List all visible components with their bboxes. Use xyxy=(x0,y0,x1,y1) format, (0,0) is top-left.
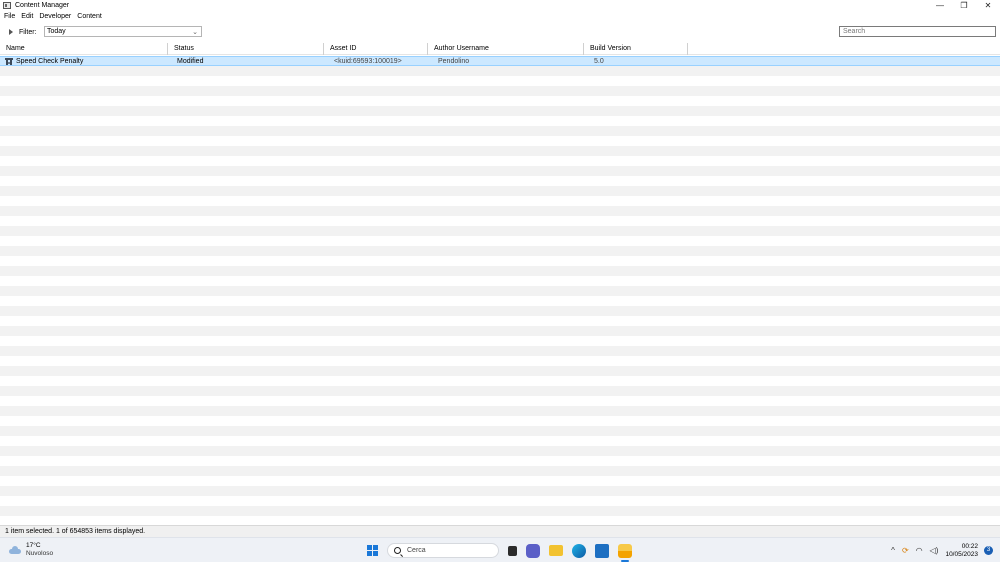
menu-content[interactable]: Content xyxy=(75,13,104,20)
weather-app-icon[interactable] xyxy=(618,543,632,562)
filter-label: Filter: xyxy=(19,28,37,36)
windows-start-icon[interactable] xyxy=(367,544,379,557)
weather-widget[interactable]: 17°C Nuvoloso xyxy=(8,542,53,558)
clock[interactable]: 00:22 10/05/2023 xyxy=(945,543,978,559)
filter-value: Today xyxy=(47,28,66,35)
chevron-up-icon[interactable]: ^ xyxy=(891,546,895,555)
minimize-button[interactable]: — xyxy=(928,0,952,11)
column-header-asset-id[interactable]: Asset ID xyxy=(324,43,428,55)
volume-icon[interactable]: ◁) xyxy=(930,546,939,555)
filter-dropdown[interactable]: Today ⌄ xyxy=(44,26,202,37)
column-header-author[interactable]: Author Username xyxy=(428,43,584,55)
title-bar: Content Manager — ❐ ✕ xyxy=(0,0,1000,11)
clock-date: 10/05/2023 xyxy=(945,550,978,558)
taskbar-search[interactable]: Cerca xyxy=(387,543,499,558)
app-icon xyxy=(3,2,11,9)
table-row[interactable]: Speed Check Penalty Modified <kuid:69593… xyxy=(0,56,1000,66)
column-header-status[interactable]: Status xyxy=(168,43,324,55)
cell-author: Pendolino xyxy=(438,58,470,65)
menu-developer[interactable]: Developer xyxy=(37,13,73,20)
system-tray: ^ ⟳ ◠ ◁) 00:22 10/05/2023 3 xyxy=(891,541,1000,560)
search-input[interactable]: Search xyxy=(839,26,996,37)
clock-time: 00:22 xyxy=(961,542,978,550)
cell-asset-id: <kuid:69593:100019> xyxy=(334,58,402,65)
teams-icon[interactable] xyxy=(526,543,540,558)
sync-icon[interactable]: ⟳ xyxy=(902,546,909,555)
asset-list[interactable]: Speed Check Penalty Modified <kuid:69593… xyxy=(0,56,1000,524)
wifi-icon[interactable]: ◠ xyxy=(916,546,923,555)
window-controls: — ❐ ✕ xyxy=(928,0,1000,11)
expand-filter-icon[interactable] xyxy=(9,29,13,35)
taskbar-search-label: Cerca xyxy=(407,547,426,554)
menu-file[interactable]: File xyxy=(2,13,17,20)
column-header-build-version[interactable]: Build Version xyxy=(584,43,688,55)
close-button[interactable]: ✕ xyxy=(976,0,1000,11)
cell-build-version: 5.0 xyxy=(594,58,604,65)
file-explorer-icon[interactable] xyxy=(508,545,517,556)
menu-edit[interactable]: Edit xyxy=(19,13,35,20)
table-header: Name Status Asset ID Author Username Bui… xyxy=(0,43,1000,55)
cloud-icon xyxy=(8,546,22,554)
weather-condition: Nuvoloso xyxy=(26,550,54,557)
cell-status: Modified xyxy=(177,58,204,65)
restore-button[interactable]: ❐ xyxy=(952,0,976,11)
edge-icon[interactable] xyxy=(572,543,586,558)
weather-temp: 17°C xyxy=(26,542,41,549)
cell-name: Speed Check Penalty xyxy=(16,58,84,65)
store-icon[interactable] xyxy=(595,543,609,558)
window-title: Content Manager xyxy=(15,2,70,9)
taskbar: 17°C Nuvoloso Cerca ^ ⟳ ◠ ◁) 00:22 10/05… xyxy=(0,537,1000,562)
filter-toolbar: Filter: Today ⌄ Search xyxy=(0,22,1000,42)
status-bar: 1 item selected. 1 of 654853 items displ… xyxy=(0,525,1000,537)
folder-icon[interactable] xyxy=(549,545,563,556)
column-header-name[interactable]: Name xyxy=(0,43,168,55)
taskbar-center: Cerca xyxy=(364,541,632,562)
notification-badge[interactable]: 3 xyxy=(984,546,993,555)
search-icon xyxy=(394,547,401,554)
menu-bar: File Edit Developer Content xyxy=(0,11,1000,22)
asset-icon xyxy=(5,58,13,65)
chevron-down-icon: ⌄ xyxy=(192,29,198,36)
